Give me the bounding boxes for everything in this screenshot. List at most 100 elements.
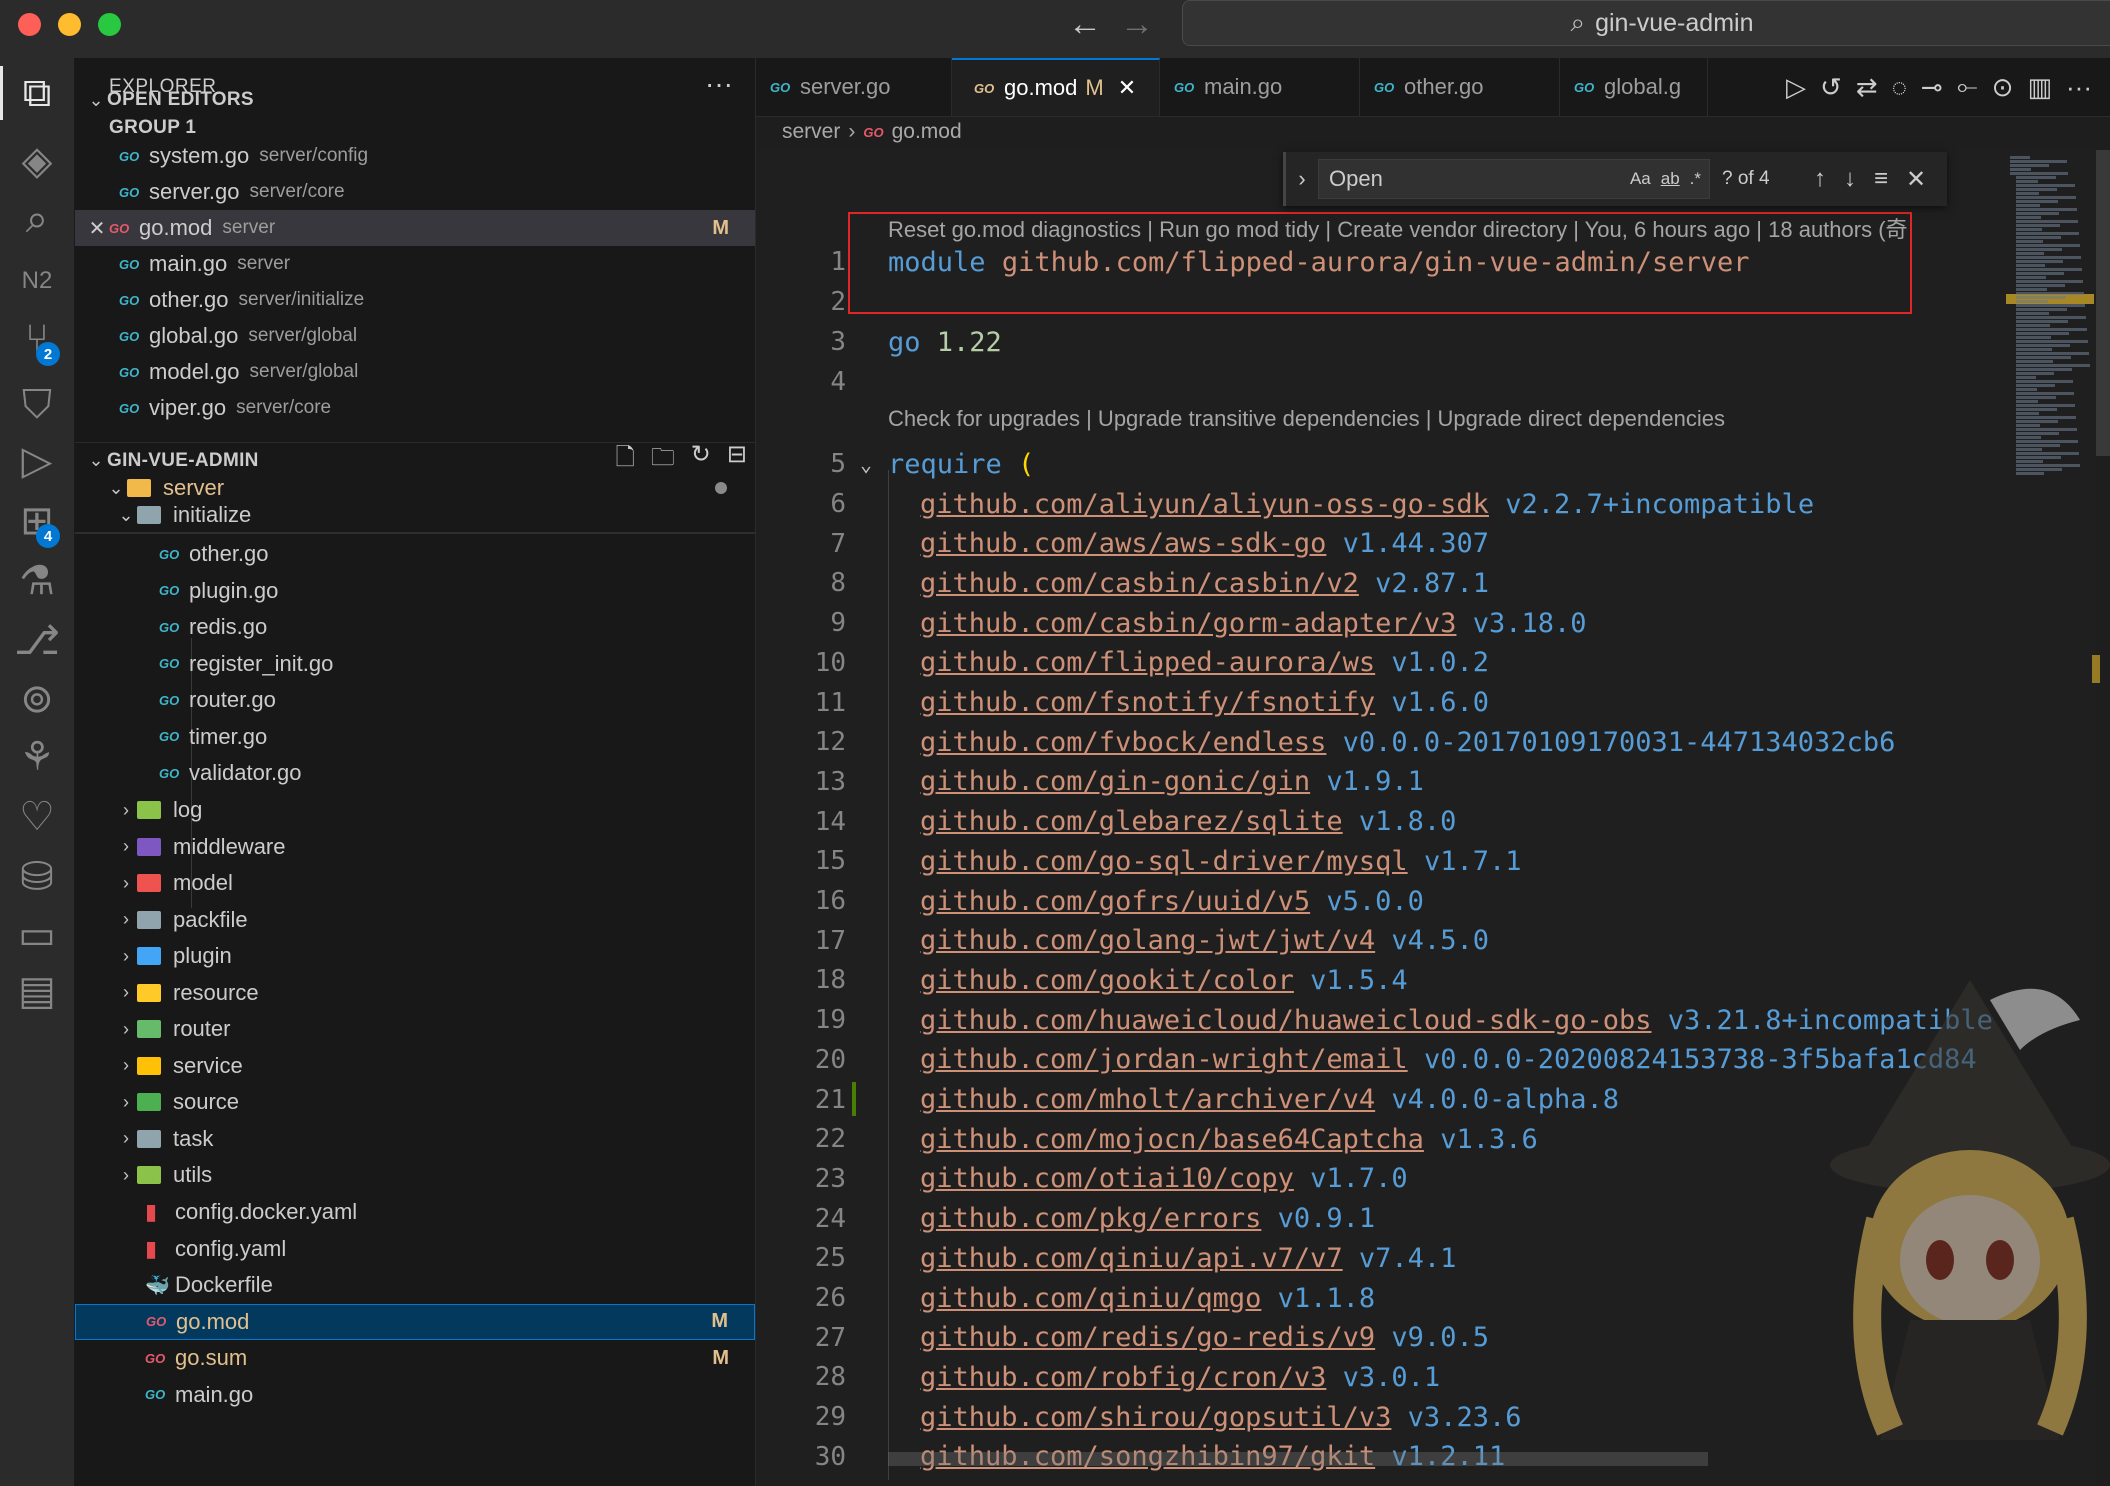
command-center-search[interactable]: ⌕ gin-vue-admin [1182, 0, 2110, 46]
tree-folder[interactable]: › packfile [75, 902, 755, 938]
module-link[interactable]: github.com/qiniu/qmgo [920, 1283, 1261, 1314]
chevron-down-icon[interactable]: ⌄ [860, 452, 872, 476]
module-link[interactable]: github.com/robfig/cron/v3 [920, 1362, 1326, 1393]
whole-word-toggle[interactable]: ab [1661, 169, 1680, 189]
module-link[interactable]: github.com/gin-gonic/gin [920, 766, 1310, 797]
module-link[interactable]: github.com/pkg/errors [920, 1203, 1261, 1234]
tree-file[interactable]: GO register_init.go [75, 646, 755, 682]
tree-folder[interactable]: › model [75, 865, 755, 901]
breadcrumb-folder[interactable]: server [782, 120, 840, 144]
tree-file[interactable]: GO go.mod M [75, 1303, 755, 1340]
close-find-icon[interactable]: ✕ [1906, 165, 1926, 194]
tree-folder[interactable]: › source [75, 1084, 755, 1120]
module-link[interactable]: github.com/jordan-wright/email [920, 1044, 1408, 1075]
folder-initialize[interactable]: ⌄ initialize [75, 498, 755, 534]
tree-file[interactable]: GO validator.go [75, 755, 755, 791]
tab-go-mod[interactable]: GO go.mod M ✕ [952, 58, 1160, 116]
module-link[interactable]: github.com/mholt/archiver/v4 [920, 1084, 1375, 1115]
tree-file[interactable]: ▮ config.docker.yaml [75, 1194, 755, 1230]
forward-arrow-icon[interactable]: → [1120, 7, 1154, 41]
tree-file[interactable]: 🐳 Dockerfile [75, 1267, 755, 1303]
next-change-icon[interactable]: ⟜ [1957, 71, 1978, 103]
tree-file[interactable]: GO plugin.go [75, 573, 755, 609]
search-icon[interactable]: ⌕ [0, 184, 74, 254]
tab-global-g[interactable]: GO global.g [1560, 58, 1708, 116]
git-lens-icon[interactable]: ◌ [1892, 72, 1907, 103]
module-link[interactable]: github.com/huaweicloud/huaweicloud-sdk-g… [920, 1005, 1652, 1036]
module-link[interactable]: github.com/shirou/gopsutil/v3 [920, 1402, 1391, 1433]
git-commit-icon[interactable]: ⊙ [1992, 72, 2014, 103]
back-arrow-icon[interactable]: ← [1068, 7, 1102, 41]
split-editor-icon[interactable]: ▥ [2027, 72, 2052, 103]
timeline-icon[interactable]: ↺ [1820, 72, 1842, 103]
tree-file[interactable]: GO redis.go [75, 609, 755, 645]
next-match-icon[interactable]: ↓ [1844, 165, 1856, 194]
tree-folder[interactable]: › utils [75, 1157, 755, 1193]
more-actions-icon[interactable]: ··· [2066, 72, 2092, 103]
tree-folder[interactable]: › log [75, 792, 755, 828]
module-link[interactable]: github.com/qiniu/api.v7/v7 [920, 1243, 1343, 1274]
module-link[interactable]: github.com/aws/aws-sdk-go [920, 528, 1326, 559]
module-link[interactable]: github.com/gofrs/uuid/v5 [920, 886, 1310, 917]
tree-folder[interactable]: › plugin [75, 938, 755, 974]
module-link[interactable]: github.com/casbin/casbin/v2 [920, 568, 1359, 599]
tree-file[interactable]: GO go.sum M [75, 1340, 755, 1376]
previous-change-icon[interactable]: ⊸ [1921, 72, 1943, 103]
tree-folder[interactable]: › middleware [75, 829, 755, 865]
module-link[interactable]: github.com/otiai10/copy [920, 1163, 1294, 1194]
find-in-selection-icon[interactable]: ≡ [1874, 165, 1888, 194]
open-editor-item[interactable]: GO model.go server/global [75, 354, 755, 390]
tree-file[interactable]: GO other.go [75, 536, 755, 572]
module-link[interactable]: github.com/redis/go-redis/v9 [920, 1322, 1375, 1353]
close-window-button[interactable] [18, 13, 41, 36]
tab-other-go[interactable]: GO other.go [1360, 58, 1560, 116]
open-editor-item[interactable]: GO system.go server/config [75, 138, 755, 174]
module-link[interactable]: github.com/fvbock/endless [920, 727, 1326, 758]
folder-icon [137, 1129, 161, 1148]
vertical-scrollbar[interactable] [2096, 150, 2110, 456]
source-control-icon[interactable]: ⑂ 2 [0, 304, 74, 374]
compare-changes-icon[interactable]: ⇄ [1856, 72, 1878, 103]
open-editor-item[interactable]: GO other.go server/initialize [75, 282, 755, 318]
folders-icon[interactable]: ▤ [0, 956, 74, 1026]
tree-file[interactable]: ▮ config.yaml [75, 1231, 755, 1267]
tree-file[interactable]: GO timer.go [75, 719, 755, 755]
go-file-icon: GO [159, 692, 180, 708]
module-link[interactable]: github.com/mojocn/base64Captcha [920, 1124, 1424, 1155]
tab-server-go[interactable]: GO server.go [756, 58, 952, 116]
open-editor-item[interactable]: GO global.go server/global [75, 318, 755, 354]
module-link[interactable]: github.com/glebarez/sqlite [920, 806, 1343, 837]
horizontal-scrollbar[interactable] [888, 1452, 1708, 1466]
module-link[interactable]: github.com/aliyun/aliyun-oss-go-sdk [920, 489, 1489, 520]
open-editor-item[interactable]: GO server.go server/core [75, 174, 755, 210]
open-editor-item[interactable]: GO main.go server [75, 246, 755, 282]
tree-file[interactable]: GO router.go [75, 682, 755, 718]
open-editor-item[interactable]: ✕ GO go.mod server M [75, 210, 755, 246]
previous-match-icon[interactable]: ↑ [1814, 165, 1826, 194]
codelens[interactable]: Check for upgrades | Upgrade transitive … [888, 406, 1725, 432]
close-icon[interactable]: ✕ [1118, 75, 1136, 101]
tab-main-go[interactable]: GO main.go [1160, 58, 1360, 116]
module-link[interactable]: github.com/golang-jwt/jwt/v4 [920, 925, 1375, 956]
tree-folder[interactable]: › router [75, 1011, 755, 1047]
module-link[interactable]: github.com/flipped-aurora/ws [920, 647, 1375, 678]
module-link[interactable]: github.com/gookit/color [920, 965, 1294, 996]
breadcrumb-file[interactable]: go.mod [892, 120, 962, 144]
explorer-icon[interactable]: ⧉ [0, 58, 74, 128]
close-icon[interactable]: ✕ [85, 216, 109, 241]
maximize-window-button[interactable] [98, 13, 121, 36]
module-link[interactable]: github.com/go-sql-driver/mysql [920, 846, 1408, 877]
open-editor-item[interactable]: GO viper.go server/core [75, 390, 755, 426]
module-link[interactable]: github.com/fsnotify/fsnotify [920, 687, 1375, 718]
tree-folder[interactable]: › task [75, 1121, 755, 1157]
find-input[interactable]: Open Aa ab .* [1318, 159, 1710, 199]
regex-toggle[interactable]: .* [1690, 169, 1701, 189]
tree-folder[interactable]: › resource [75, 975, 755, 1011]
tree-folder[interactable]: › service [75, 1048, 755, 1084]
module-link[interactable]: github.com/casbin/gorm-adapter/v3 [920, 608, 1456, 639]
tree-file[interactable]: GO main.go [75, 1377, 755, 1413]
run-icon[interactable]: ▷ [1786, 72, 1806, 103]
minimize-window-button[interactable] [58, 13, 81, 36]
toggle-replace-icon[interactable]: › [1286, 166, 1318, 192]
match-case-toggle[interactable]: Aa [1630, 169, 1651, 189]
